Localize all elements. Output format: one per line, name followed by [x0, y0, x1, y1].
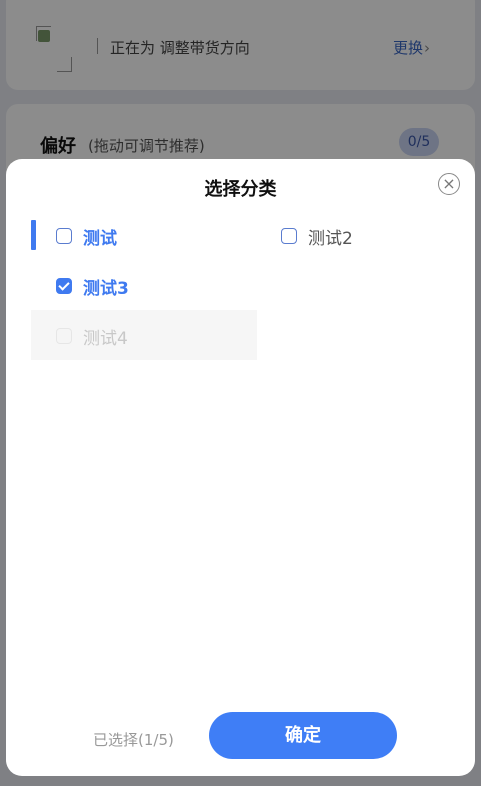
option-label: 测试3 — [83, 278, 129, 299]
sheet-title: 选择分类 — [204, 179, 277, 200]
checkbox[interactable] — [56, 228, 72, 244]
option-label: 测试4 — [83, 328, 128, 349]
option-item[interactable]: 测试3 — [56, 271, 129, 301]
confirm-button[interactable]: 确定 — [209, 712, 397, 759]
selected-count: 已选择(1/5) — [93, 731, 174, 749]
option-item[interactable]: 测试2 — [281, 221, 353, 251]
page: 正在为 调整带货方向 更换› 偏好 (拖动可调节推荐) 0/5 选择分类 × 测… — [0, 0, 481, 786]
checkbox[interactable] — [281, 228, 297, 244]
category-sheet: 选择分类 × 测试 测试2 测试3 测试4 已选择(1/5) 确定 — [6, 159, 475, 776]
option-label: 测试2 — [308, 228, 353, 249]
close-icon[interactable]: × — [438, 173, 460, 195]
option-item-disabled: 测试4 — [56, 321, 128, 351]
checkbox-checked[interactable] — [56, 278, 72, 294]
checkbox-disabled — [56, 328, 72, 344]
option-item[interactable]: 测试 — [56, 221, 117, 251]
active-indicator — [31, 220, 36, 250]
option-label: 测试 — [83, 228, 117, 249]
